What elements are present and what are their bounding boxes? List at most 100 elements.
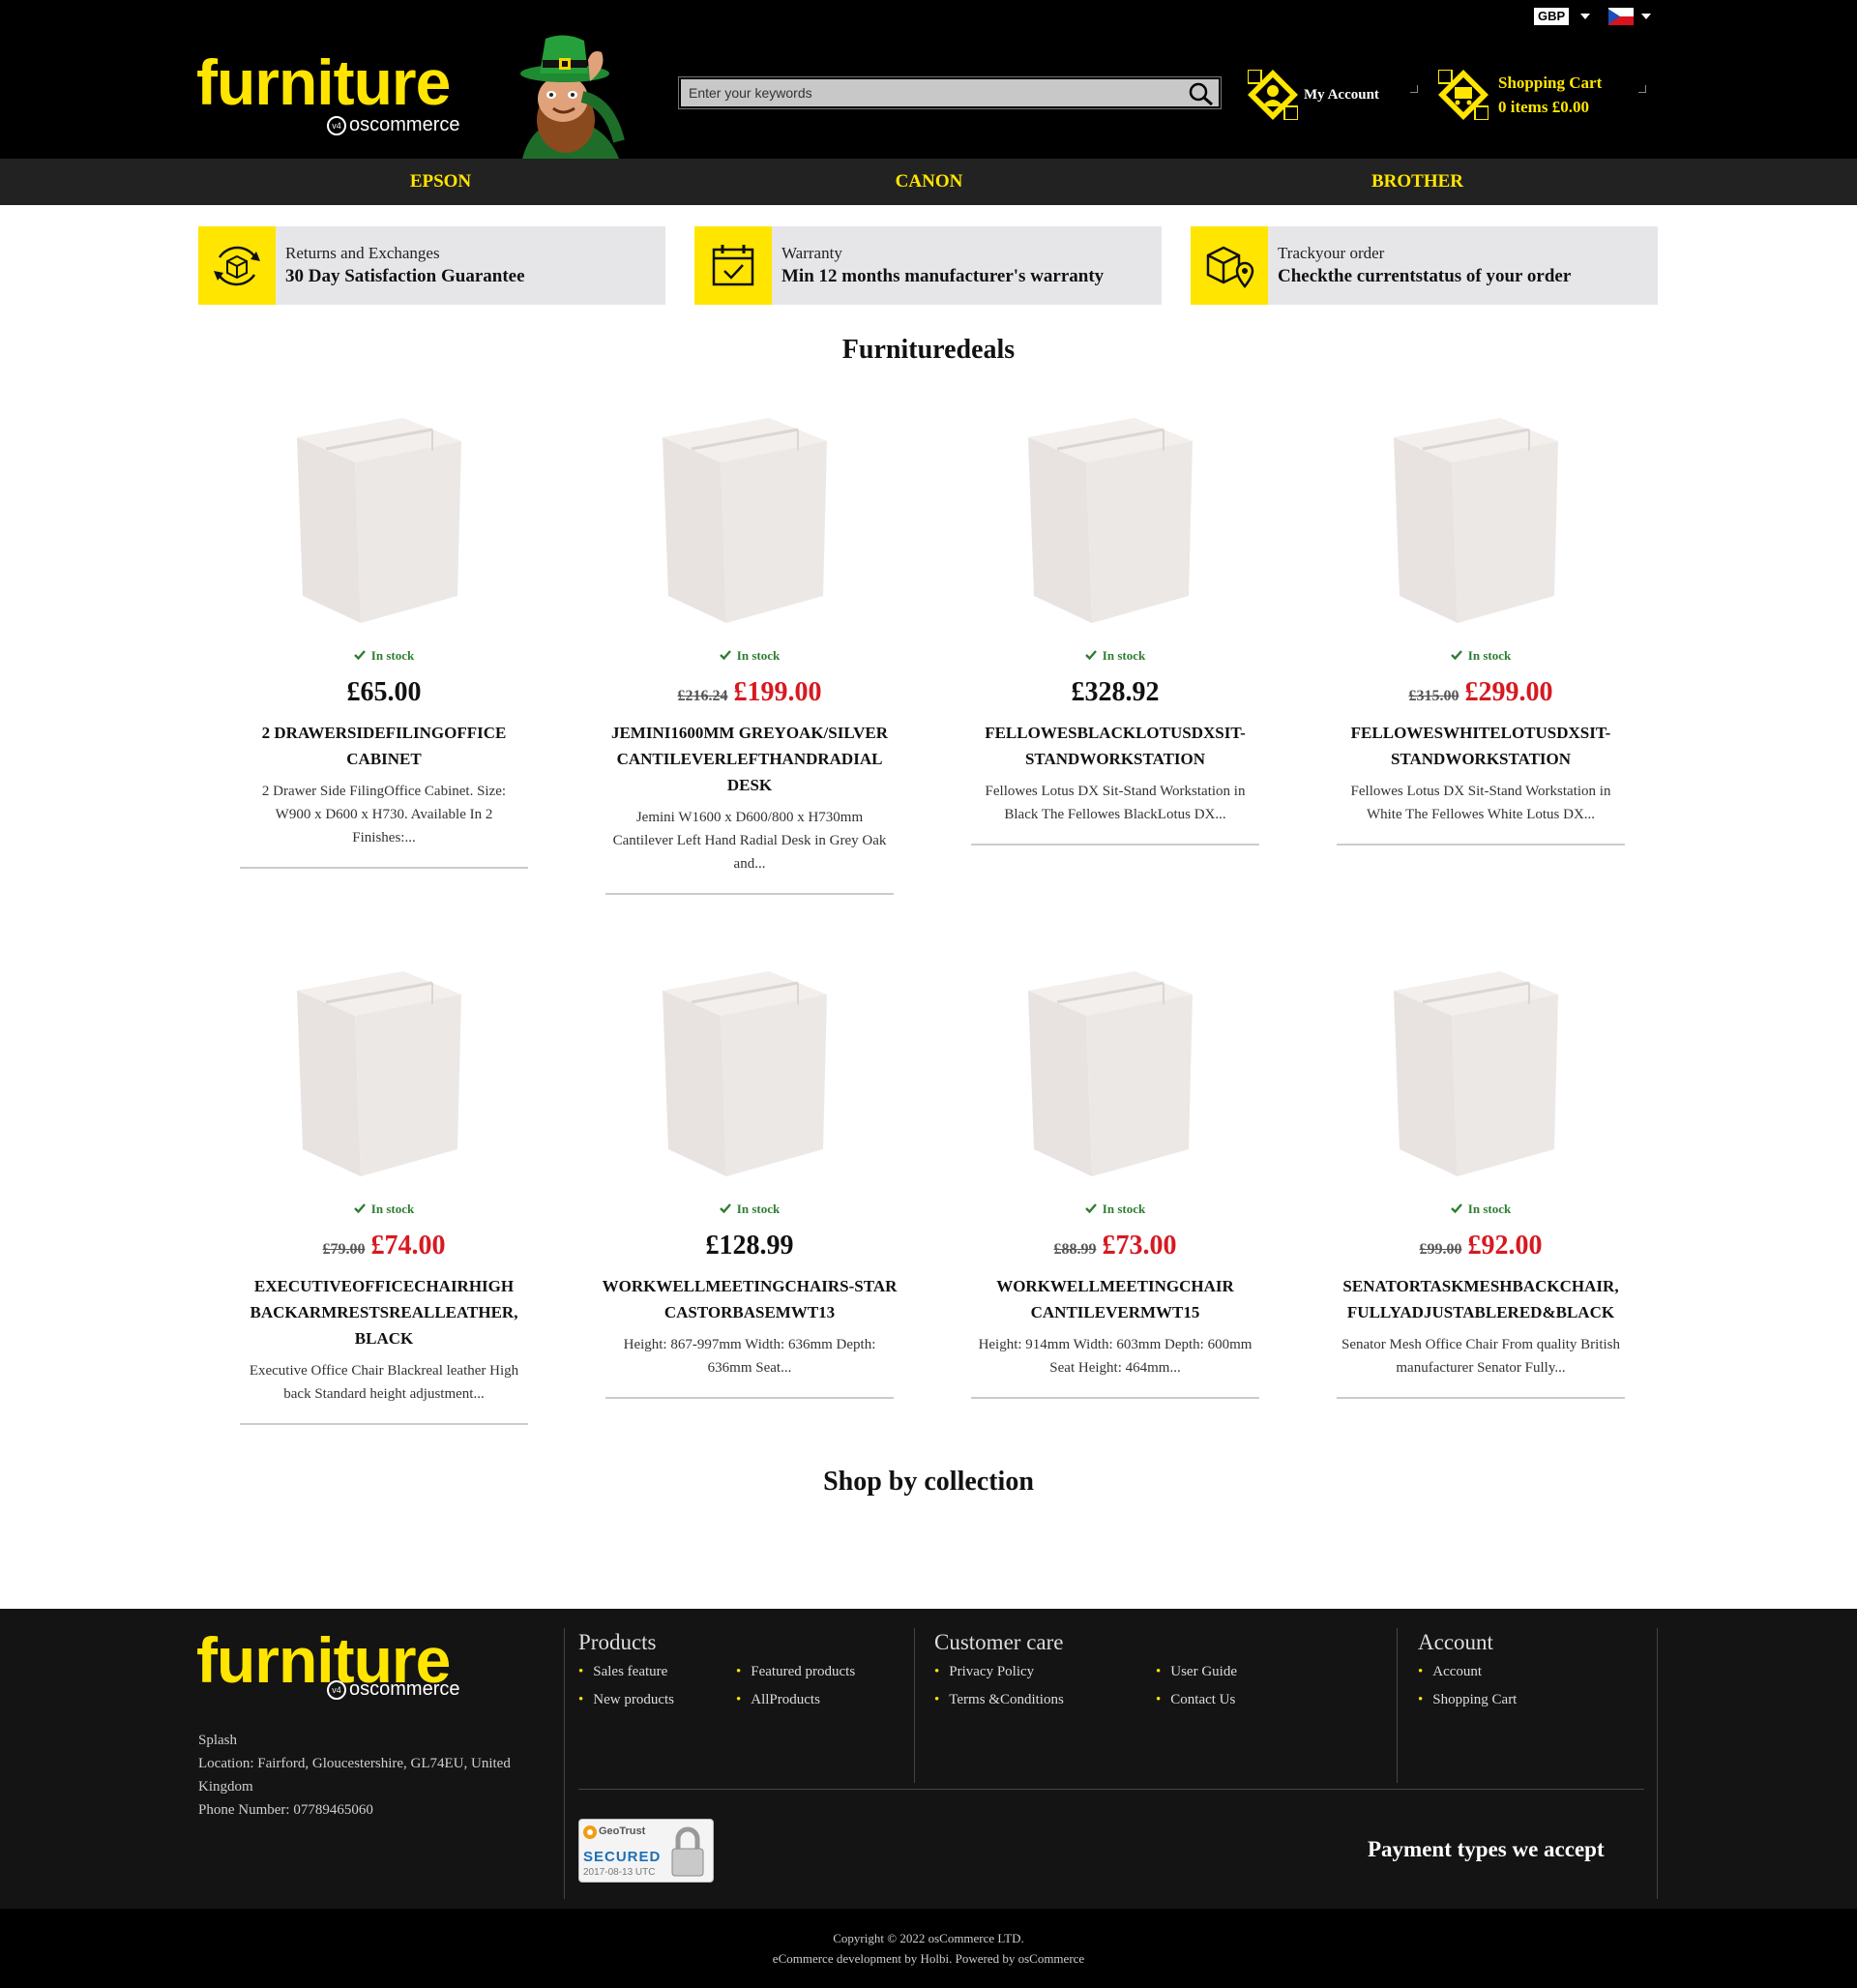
company-location: Location: Fairford, Gloucestershire, GL7…	[198, 1756, 511, 1795]
shopping-cart-link[interactable]: Shopping Cart 0 items £0.00	[1438, 68, 1602, 122]
card-divider	[605, 893, 894, 895]
site-footer: furniture v4 oscommerce Splash Location: …	[0, 1609, 1857, 1909]
stock-status: In stock	[1321, 1202, 1640, 1217]
geotrust-seal[interactable]: GeoTrust SECURED 2017-08-13 UTC	[578, 1819, 714, 1883]
footer-link-terms[interactable]: Terms &Conditions	[934, 1692, 1064, 1708]
feature-title: Trackyour order	[1278, 244, 1385, 262]
card-divider	[240, 1423, 528, 1425]
logo-badge: v4	[327, 1679, 346, 1700]
nav-item-epson[interactable]: EPSON	[196, 159, 685, 205]
currency-selector[interactable]: GBP	[1534, 8, 1570, 25]
cart-corner-divider	[1638, 85, 1646, 93]
logo-sub: v4 oscommerce	[327, 1678, 459, 1701]
footer-horizontal-divider	[578, 1789, 1644, 1790]
old-price: £88.99	[1053, 1241, 1097, 1258]
feature-warranty[interactable]: Warranty Min 12 months manufacturer's wa…	[694, 226, 1162, 305]
feature-subtitle: Min 12 months manufacturer's warranty	[781, 266, 1105, 286]
product-card[interactable]: In stock £216.24 £199.00 JEMINI1600MM GREYO…	[590, 406, 909, 895]
top-bar: GBP	[0, 0, 1857, 33]
feature-title: Warranty	[781, 244, 842, 262]
product-name-link[interactable]: WORKWELLMEETINGCHAIR CANTILEVERMWT15	[965, 1273, 1265, 1325]
calendar-check-icon	[712, 245, 754, 286]
old-price: £216.24	[677, 688, 728, 704]
credits-text: eCommerce development by Holbi. Powered …	[772, 1951, 1085, 1966]
product-card[interactable]: In stock £65.00 2 DRAWERSIDEFILINGOFFICE C…	[224, 406, 544, 869]
product-image[interactable]	[634, 960, 866, 1184]
footer-link-new-products[interactable]: New products	[578, 1692, 674, 1708]
stock-label: In stock	[370, 648, 415, 663]
nav-item-brother[interactable]: BROTHER	[1173, 159, 1662, 205]
product-name-link[interactable]: JEMINI1600MM GREYOAK/SILVER CANTILEVERLE…	[600, 720, 899, 798]
product-image[interactable]	[634, 406, 866, 631]
footer-logo[interactable]: furniture v4 oscommerce	[196, 1628, 459, 1700]
product-image[interactable]	[268, 406, 500, 631]
leprechaun-mascot-image	[520, 35, 625, 159]
footer-divider	[1657, 1628, 1658, 1899]
company-phone: Phone Number: 07789465060	[198, 1802, 373, 1818]
account-corner-divider	[1410, 85, 1418, 93]
product-card[interactable]: In stock £79.00 £74.00 EXECUTIVEOFFICECHAIR…	[224, 960, 544, 1425]
stock-status: In stock	[956, 648, 1275, 664]
product-description: Executive Office Chair Blackreal leather…	[249, 1363, 519, 1402]
product-card[interactable]: In stock £99.00 £92.00 SENATORTASKMESHBACKC…	[1321, 960, 1640, 1399]
product-description: Height: 867-997mm Width: 636mm Depth: 63…	[623, 1337, 876, 1376]
footer-divider	[1397, 1628, 1398, 1783]
product-description: Height: 914mm Width: 603mm Depth: 600mm …	[978, 1337, 1253, 1376]
copyright-bar: Copyright © 2022 osCommerce LTD. eCommer…	[0, 1909, 1857, 1988]
logo-sub-text: oscommerce	[349, 114, 460, 135]
footer-link-user-guide[interactable]: User Guide	[1156, 1664, 1237, 1680]
card-divider	[1337, 844, 1625, 846]
feature-icon-box	[1191, 226, 1268, 305]
language-chevron-down-icon[interactable]	[1641, 14, 1651, 19]
product-name-link[interactable]: FELLOWESBLACKLOTUSDXSIT-STANDWORKSTATION	[965, 720, 1265, 772]
footer-link-all-products[interactable]: AllProducts	[736, 1692, 820, 1708]
currency-chevron-down-icon[interactable]	[1580, 14, 1590, 19]
search-input[interactable]	[689, 79, 1172, 106]
footer-link-privacy-policy[interactable]: Privacy Policy	[934, 1664, 1034, 1680]
stock-status: In stock	[1321, 648, 1640, 664]
footer-link-sales-feature[interactable]: Sales feature	[578, 1664, 667, 1680]
product-card[interactable]: In stock £328.92 FELLOWESBLACKLOTUSDXSIT-S…	[956, 406, 1275, 846]
stock-label: In stock	[1467, 1202, 1512, 1216]
product-name-link[interactable]: WORKWELLMEETINGCHAIRS-STAR CASTORBASEMWT…	[600, 1273, 899, 1325]
product-name-link[interactable]: SENATORTASKMESHBACKCHAIR, FULLYADJUSTABL…	[1331, 1273, 1631, 1325]
footer-link-featured-products[interactable]: Featured products	[736, 1664, 855, 1680]
company-name: Splash	[198, 1733, 238, 1748]
geotrust-logo-icon	[583, 1825, 597, 1839]
footer-link-contact-us[interactable]: Contact Us	[1156, 1692, 1235, 1708]
product-image[interactable]	[1365, 406, 1597, 631]
my-account-link[interactable]: My Account	[1248, 68, 1379, 122]
geotrust-secured: SECURED	[583, 1849, 662, 1865]
product-image[interactable]	[999, 960, 1231, 1184]
product-name-link[interactable]: EXECUTIVEOFFICECHAIRHIGH BACKARMRESTSREA…	[234, 1273, 534, 1351]
product-description: Fellowes Lotus DX Sit-Stand Workstation …	[985, 784, 1246, 822]
feature-icon-box	[198, 226, 276, 305]
search-icon[interactable]	[1188, 81, 1215, 106]
feature-returns[interactable]: Returns and Exchanges 30 Day Satisfactio…	[198, 226, 665, 305]
product-image[interactable]	[1365, 960, 1597, 1184]
flag-icon[interactable]	[1608, 8, 1634, 25]
collection-heading: Shop by collection	[823, 1467, 1034, 1497]
product-image[interactable]	[999, 406, 1231, 631]
nav-item-canon[interactable]: CANON	[685, 159, 1173, 205]
product-card[interactable]: In stock £128.99 WORKWELLMEETINGCHAIRS-STA…	[590, 960, 909, 1399]
account-heading: Account	[1418, 1630, 1493, 1654]
stock-status: In stock	[224, 1202, 544, 1217]
cart-icon	[1438, 70, 1489, 120]
feature-track-order[interactable]: Trackyour order Checkthe currentstatus o…	[1191, 226, 1658, 305]
product-name-link[interactable]: 2 DRAWERSIDEFILINGOFFICE CABINET	[234, 720, 534, 772]
site-logo[interactable]: furniture v4 oscommerce	[196, 50, 459, 135]
price-row: £79.00 £74.00	[224, 1231, 544, 1265]
stock-label: In stock	[736, 1202, 781, 1216]
feature-subtitle: 30 Day Satisfaction Guarantee	[285, 266, 525, 286]
product-name-link[interactable]: FELLOWESWHITELOTUSDXSIT-STANDWORKSTATION	[1331, 720, 1631, 772]
product-image[interactable]	[268, 960, 500, 1184]
checkmark-icon	[719, 1203, 731, 1214]
feature-icon-box	[694, 226, 772, 305]
footer-link-shopping-cart[interactable]: Shopping Cart	[1418, 1692, 1517, 1708]
product-card[interactable]: In stock £88.99 £73.00 WORKWELLMEETINGCHAIR…	[956, 960, 1275, 1399]
old-price: £315.00	[1408, 688, 1459, 704]
footer-link-account[interactable]: Account	[1418, 1664, 1482, 1680]
old-price: £99.00	[1419, 1241, 1462, 1258]
product-card[interactable]: In stock £315.00 £299.00 FELLOWESWHITELOTUS…	[1321, 406, 1640, 846]
